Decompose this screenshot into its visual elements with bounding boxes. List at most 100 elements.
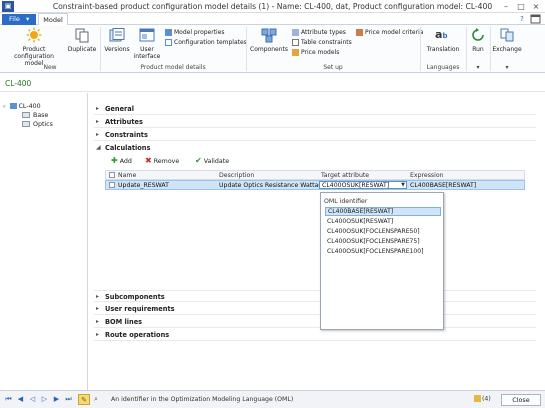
table-constraints-label: Table constraints [301, 39, 352, 46]
target-attribute-field[interactable]: CL400OSUK[RESWAT] ▼ [319, 181, 407, 189]
fasttab-bom-lines[interactable]: ▸ BOM lines [94, 316, 536, 328]
group-exchange-expander[interactable]: ▾ [491, 64, 523, 71]
cell-expression[interactable]: CL400BASE[RESWAT] [410, 182, 476, 189]
lookup-item[interactable]: CL400BASE[RESWAT] [325, 207, 441, 216]
lookup-header: OML identifier [324, 198, 368, 205]
last-record-icon[interactable]: ⏭ [64, 395, 73, 404]
notifications-indicator[interactable]: (4) [474, 395, 491, 403]
fasttab-label: Attributes [105, 118, 143, 126]
fasttab-route-operations[interactable]: ▸ Route operations [94, 329, 536, 341]
add-label: Add [119, 158, 132, 165]
file-caret-icon: ▾ [26, 15, 30, 23]
components-icon [261, 28, 277, 43]
price-model-criteria-label: Price model criteria [365, 29, 424, 36]
components-label: Components [250, 46, 288, 53]
column-header-name[interactable]: Name [118, 172, 136, 179]
versions-button[interactable]: Versions [104, 27, 130, 63]
table-row[interactable]: Update_RESWAT Update Optics Resistance W… [105, 180, 525, 190]
validate-button[interactable]: ✔ Validate [195, 156, 229, 166]
translation-button[interactable]: ab Translation [423, 27, 463, 63]
remove-button[interactable]: ✖ Remove [145, 156, 179, 166]
model-properties-button[interactable]: Model properties [165, 29, 225, 36]
group-languages-label: Languages [426, 64, 460, 71]
collapse-icon: ◢ [96, 144, 101, 151]
minimize-button[interactable]: – [499, 1, 513, 12]
select-all-checkbox[interactable] [109, 172, 115, 178]
edit-mode-icon[interactable]: ✎ [78, 394, 90, 405]
column-header-target-attribute[interactable]: Target attribute [321, 172, 369, 179]
options-icon[interactable] [530, 14, 541, 24]
dropdown-arrow-icon[interactable]: ▼ [401, 182, 405, 188]
translation-label: Translation [426, 46, 460, 53]
model-properties-label: Model properties [174, 29, 225, 36]
exchange-button[interactable]: Exchange [492, 27, 522, 63]
ribbon: Product configuration model Duplicate Ne… [0, 25, 545, 73]
next-page-icon[interactable]: ▶ [52, 395, 61, 404]
tree-node-optics[interactable]: Optics [22, 121, 53, 129]
ribbon-tab-bar: File ▾ Model ? [0, 13, 545, 26]
component-icon [22, 121, 30, 127]
title-bar: ▣ Constraint-based product configuration… [0, 0, 545, 13]
column-header-description[interactable]: Description [219, 172, 254, 179]
add-button[interactable]: ✚ Add [111, 156, 132, 166]
help-icon[interactable]: ? [517, 14, 527, 24]
run-button[interactable]: Run [468, 27, 488, 63]
configuration-templates-button[interactable]: Configuration templates [165, 39, 247, 46]
cell-description[interactable]: Update Optics Resistance Wattage [219, 182, 326, 189]
tree-collapse-icon: ▿ [3, 104, 6, 110]
close-button[interactable]: Close [501, 394, 541, 406]
lookup-item[interactable]: CL400OSUK[RESWAT] [325, 217, 441, 226]
column-header-expression[interactable]: Expression [410, 172, 444, 179]
tree-node-root[interactable]: ▿ CL-400 [3, 103, 41, 111]
row-checkbox[interactable] [109, 182, 115, 188]
notifications-count: (4) [482, 395, 491, 403]
expand-icon: ▸ [96, 118, 100, 125]
configuration-templates-icon [165, 39, 172, 46]
components-button[interactable]: Components [249, 27, 289, 63]
attachment-icon[interactable]: ⌕ [94, 394, 108, 405]
attribute-types-button[interactable]: Attribute types [292, 29, 346, 36]
price-models-button[interactable]: Price models [292, 49, 339, 56]
group-run-expander[interactable]: ▾ [467, 64, 489, 71]
group-product-model-details-label: Product model details [140, 64, 206, 71]
cell-name[interactable]: Update_RESWAT [118, 182, 169, 189]
remove-icon: ✖ [145, 156, 152, 165]
target-attribute-value: CL400OSUK[RESWAT] [322, 182, 390, 189]
exchange-label: Exchange [492, 46, 522, 53]
expand-icon: ▸ [96, 293, 100, 300]
fasttab-attributes[interactable]: ▸ Attributes [94, 116, 536, 128]
lookup-item[interactable]: CL400OSUK[FOCLENSPARE75] [325, 237, 441, 246]
expand-icon: ▸ [96, 331, 100, 338]
fasttab-general[interactable]: ▸ General [94, 103, 536, 115]
price-model-criteria-button[interactable]: Price model criteria [356, 29, 423, 36]
lookup-item[interactable]: CL400OSUK[FOCLENSPARE50] [325, 227, 441, 236]
first-record-icon[interactable]: ⏮ [4, 395, 13, 404]
user-interface-button[interactable]: User interface [132, 27, 162, 63]
previous-page-icon[interactable]: ◀ [16, 395, 25, 404]
file-tab[interactable]: File ▾ [2, 14, 36, 25]
fasttab-constraints[interactable]: ▸ Constraints [94, 129, 536, 141]
previous-record-icon[interactable]: ◁ [28, 395, 37, 404]
table-constraints-button[interactable]: Table constraints [292, 39, 352, 46]
close-window-button[interactable]: × [529, 1, 543, 12]
status-bar: ⏮ ◀ ◁ ▷ ▶ ⏭ ✎ ⌕ An identifier in the Opt… [0, 390, 545, 408]
model-icon [9, 103, 17, 109]
fasttab-calculations[interactable]: ◢ Calculations [94, 142, 536, 154]
fasttab-user-requirements[interactable]: ▸ User requirements [94, 303, 536, 315]
check-icon: ✔ [195, 156, 202, 165]
product-configuration-model-button[interactable]: Product configuration model [6, 27, 62, 67]
lookup-item[interactable]: CL400OSUK[FOCLENSPARE100] [325, 247, 441, 256]
oml-identifier-lookup[interactable]: OML identifier CL400BASE[RESWAT] CL400OS… [320, 192, 444, 330]
next-record-icon[interactable]: ▷ [40, 395, 49, 404]
expand-icon: ▸ [96, 105, 100, 112]
fasttab-label: Route operations [105, 331, 170, 339]
tree-node-base[interactable]: Base [22, 112, 48, 120]
fasttab-subcomponents[interactable]: ▸ Subcomponents [94, 290, 536, 302]
versions-icon [109, 28, 125, 43]
duplicate-button[interactable]: Duplicate [66, 27, 98, 63]
maximize-button[interactable]: □ [514, 1, 528, 12]
fasttab-label: Constraints [105, 131, 148, 139]
translation-icon: ab [435, 28, 448, 41]
component-icon [22, 112, 30, 118]
expand-icon: ▸ [96, 318, 100, 325]
